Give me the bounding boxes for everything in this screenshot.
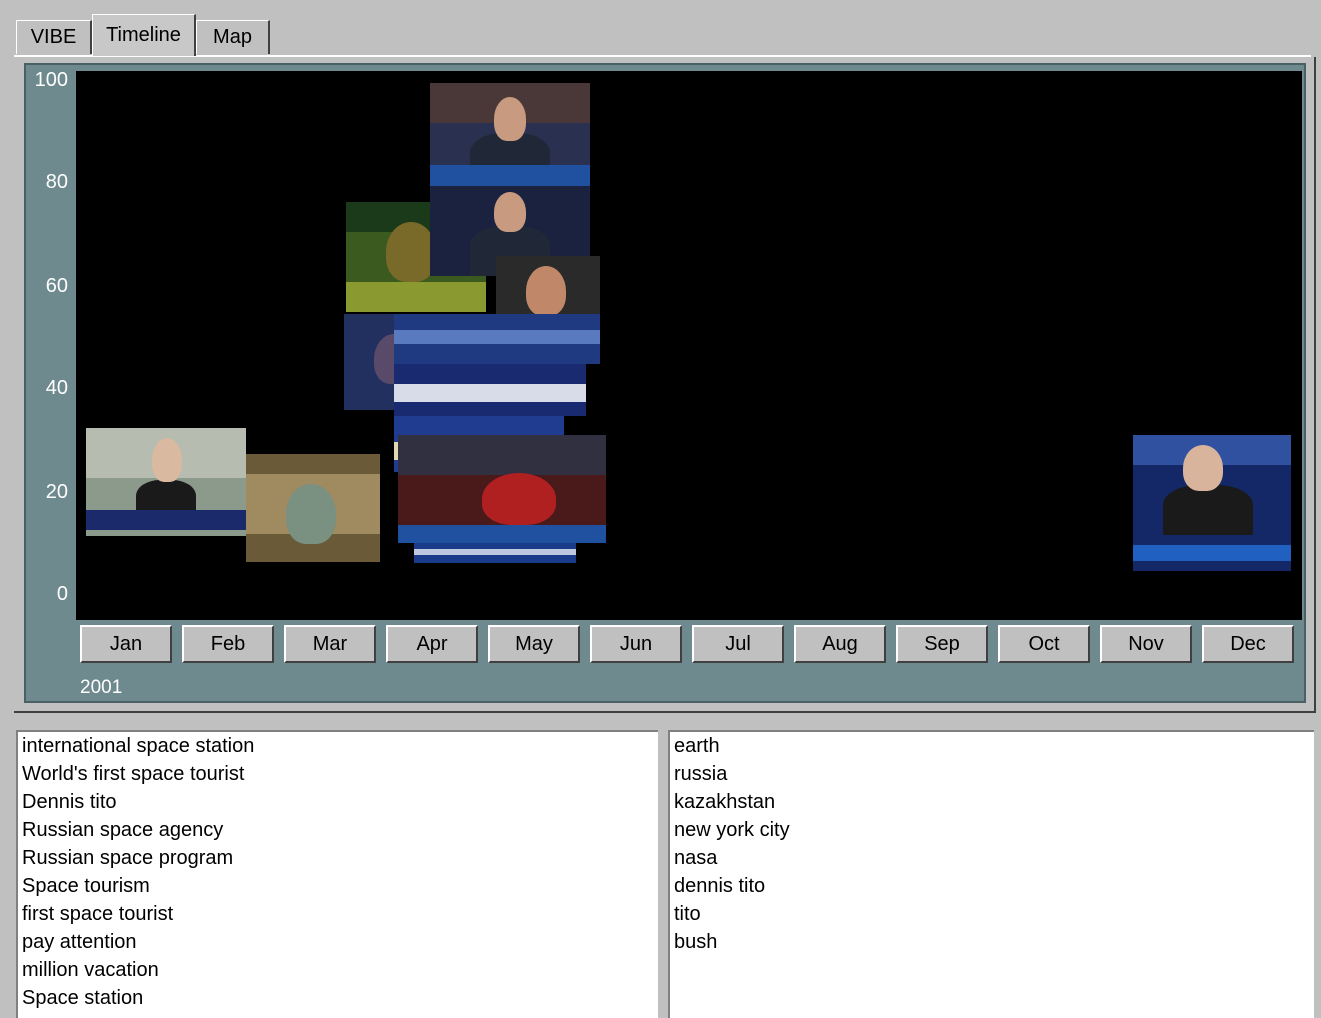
month-button-aug[interactable]: Aug (794, 625, 886, 663)
list-item[interactable]: earth (670, 732, 1314, 760)
list-item[interactable]: nasa (670, 844, 1314, 872)
month-button-mar[interactable]: Mar (284, 625, 376, 663)
keywords-list[interactable]: international space station World's firs… (16, 730, 658, 1018)
video-thumbnail[interactable] (430, 83, 590, 193)
y-tick-label: 40 (45, 377, 68, 399)
month-button-feb[interactable]: Feb (182, 625, 274, 663)
month-button-jan[interactable]: Jan (80, 625, 172, 663)
video-thumbnail[interactable] (394, 364, 586, 416)
list-item[interactable]: new york city (670, 816, 1314, 844)
month-button-nov[interactable]: Nov (1100, 625, 1192, 663)
y-tick-label: 100 (34, 69, 68, 91)
timeline-view: 100 80 60 40 20 0 Jan Feb Mar Apr May Ju… (24, 63, 1306, 703)
month-button-apr[interactable]: Apr (386, 625, 478, 663)
list-item[interactable]: kazakhstan (670, 788, 1314, 816)
month-button-jul[interactable]: Jul (692, 625, 784, 663)
list-item[interactable]: Dennis tito (18, 788, 658, 816)
video-thumbnail[interactable] (246, 454, 380, 562)
y-tick-label: 60 (45, 275, 68, 297)
list-item[interactable]: first space tourist (18, 900, 658, 928)
list-item[interactable]: Russian space agency (18, 816, 658, 844)
list-item[interactable]: bush (670, 928, 1314, 956)
list-item[interactable]: tito (670, 900, 1314, 928)
video-thumbnail[interactable] (86, 428, 246, 536)
video-thumbnail[interactable] (398, 435, 606, 543)
tab-timeline[interactable]: Timeline (92, 14, 196, 56)
list-item[interactable]: World's first space tourist (18, 760, 658, 788)
entities-list[interactable]: earth russia kazakhstan new york city na… (668, 730, 1314, 1018)
list-item[interactable]: dennis tito (670, 872, 1314, 900)
month-button-dec[interactable]: Dec (1202, 625, 1294, 663)
video-thumbnail[interactable] (414, 543, 576, 563)
y-tick-label: 0 (56, 583, 68, 605)
video-thumbnail[interactable] (394, 314, 600, 364)
list-item[interactable]: Space station (18, 984, 658, 1012)
list-item[interactable]: Russian space program (18, 844, 658, 872)
timeline-panel: 100 80 60 40 20 0 Jan Feb Mar Apr May Ju… (14, 57, 1316, 713)
month-selector: Jan Feb Mar Apr May Jun Jul Aug Sep Oct … (78, 625, 1298, 665)
list-item[interactable]: pay attention (18, 928, 658, 956)
tab-map[interactable]: Map (196, 20, 270, 54)
year-label: 2001 (80, 677, 123, 698)
month-button-sep[interactable]: Sep (896, 625, 988, 663)
list-item[interactable]: Space tourism (18, 872, 658, 900)
month-button-may[interactable]: May (488, 625, 580, 663)
timeline-plot[interactable] (76, 71, 1302, 620)
list-item[interactable]: international space station (18, 732, 658, 760)
month-button-oct[interactable]: Oct (998, 625, 1090, 663)
list-item[interactable]: million vacation (18, 956, 658, 984)
y-tick-label: 80 (45, 171, 68, 193)
month-button-jun[interactable]: Jun (590, 625, 682, 663)
tab-vibe[interactable]: VIBE (16, 20, 92, 54)
y-tick-label: 20 (45, 481, 68, 503)
list-item[interactable]: russia (670, 760, 1314, 788)
video-thumbnail[interactable] (1133, 435, 1291, 571)
